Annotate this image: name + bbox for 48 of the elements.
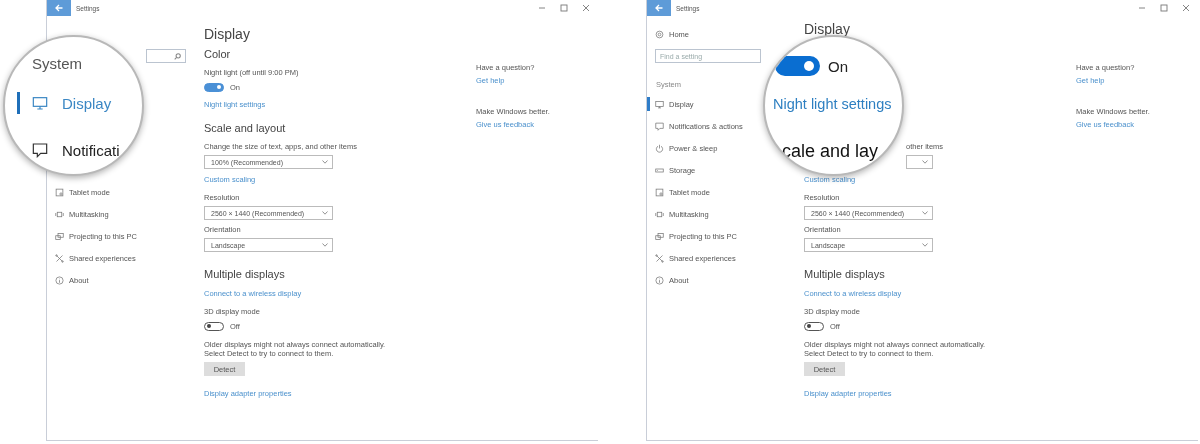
toggle-switch[interactable] <box>775 56 820 76</box>
close-icon[interactable] <box>1182 4 1190 12</box>
settings-link[interactable]: Night light settings <box>773 94 892 114</box>
monitor-icon <box>655 99 664 109</box>
minimize-icon[interactable] <box>538 4 546 12</box>
shared-experiences-icon <box>55 253 64 263</box>
section-heading: Multiple displays <box>204 267 285 282</box>
chevron-down-icon <box>922 160 928 164</box>
section-heading: Color <box>204 47 231 62</box>
section-heading: System <box>32 55 82 73</box>
page-title: Display <box>804 20 850 39</box>
minimize-icon[interactable] <box>1138 4 1146 12</box>
tablet-icon <box>55 187 64 197</box>
projector-icon <box>55 231 64 241</box>
chevron-down-icon <box>322 160 328 164</box>
chevron-down-icon <box>322 243 328 247</box>
page-title: Display <box>204 25 250 44</box>
search-field[interactable] <box>146 49 186 63</box>
back-arrow-icon <box>655 4 663 12</box>
tablet-icon <box>655 187 664 197</box>
back-button[interactable] <box>647 0 671 16</box>
speech-bubble-icon <box>32 142 48 158</box>
shared-experiences-icon <box>655 253 664 263</box>
nav-item[interactable]: Display <box>5 92 112 114</box>
projector-icon <box>655 231 664 241</box>
toggle-switch[interactable] <box>204 82 224 92</box>
nav-item[interactable]: Notificati <box>5 139 120 161</box>
multitasking-icon <box>55 209 64 219</box>
gear-icon <box>655 29 664 39</box>
chevron-down-icon <box>922 211 928 215</box>
back-button[interactable] <box>47 0 71 16</box>
section-heading: Scale and layout <box>204 121 286 136</box>
close-icon[interactable] <box>582 4 590 12</box>
dropdown[interactable] <box>906 155 933 169</box>
monitor-icon <box>32 95 48 111</box>
power-icon <box>655 143 664 153</box>
speech-bubble-icon <box>655 121 664 131</box>
drive-icon <box>655 165 664 175</box>
maximize-icon[interactable] <box>560 4 568 12</box>
info-icon <box>655 275 664 285</box>
back-arrow-icon <box>55 4 63 12</box>
toggle-state: On <box>828 57 848 75</box>
info-icon <box>55 275 64 285</box>
multitasking-icon <box>655 209 664 219</box>
chevron-down-icon <box>922 243 928 247</box>
section-heading: Multiple displays <box>804 267 885 282</box>
maximize-icon[interactable] <box>1160 4 1168 12</box>
chevron-down-icon <box>322 211 328 215</box>
